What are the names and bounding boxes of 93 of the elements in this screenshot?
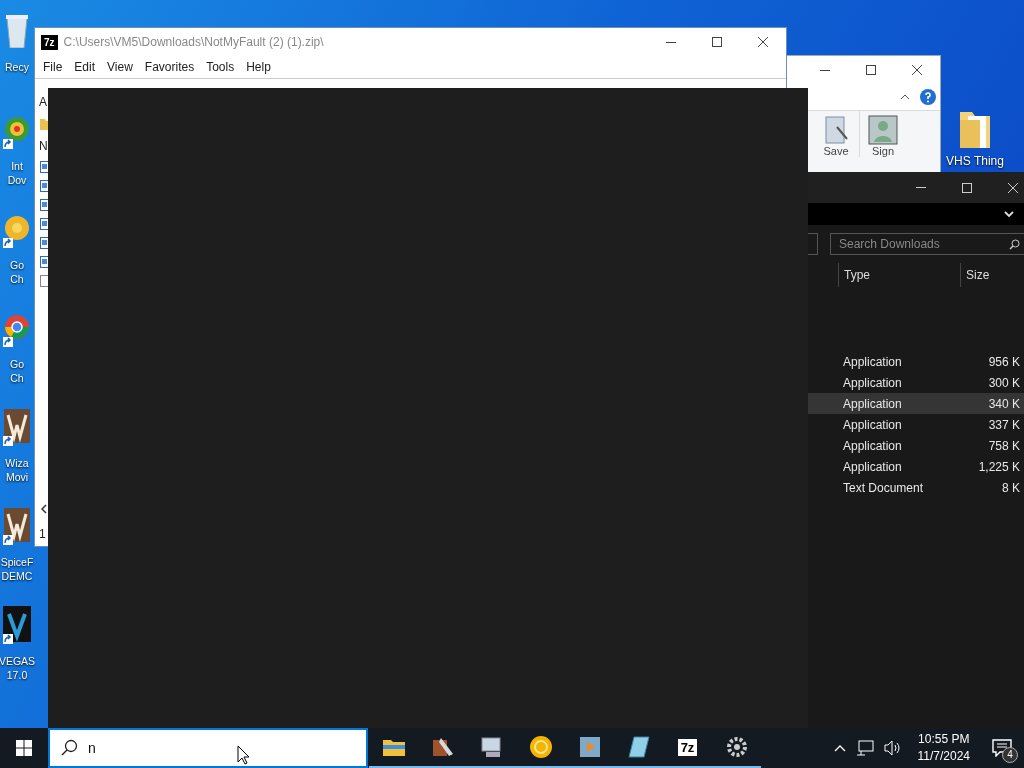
taskbar-button[interactable]: 7z <box>663 728 712 768</box>
status-text: 1 <box>39 526 47 543</box>
desktop-icon-label[interactable]: 17.0 <box>6 668 28 682</box>
notification-count: 4 <box>1002 747 1018 763</box>
menu-item[interactable]: Favorites <box>138 60 201 74</box>
user-icon <box>868 115 898 145</box>
file-row[interactable]: Text Document 8 K <box>808 477 1024 498</box>
desktop-icon-label[interactable]: Go <box>10 258 24 272</box>
search-icon <box>60 739 78 757</box>
minimize-icon[interactable] <box>666 41 676 43</box>
size-cell: 758 K <box>988 438 1020 453</box>
chevron-up-icon[interactable] <box>900 94 910 100</box>
chevron-down-icon[interactable] <box>1004 211 1014 217</box>
column-header: N <box>39 138 49 155</box>
file-row[interactable]: Application 956 K <box>808 351 1024 372</box>
address-label: A <box>39 94 48 111</box>
file-icon <box>40 275 49 287</box>
browser-icon <box>4 314 30 340</box>
type-cell-text: Application <box>843 354 903 369</box>
message-icon <box>992 739 1012 757</box>
type-cell-text: Text Document <box>843 480 925 495</box>
search-field[interactable]: Search Downloads <box>839 237 969 251</box>
mouse-cursor <box>237 745 250 765</box>
movie-app-icon <box>4 409 30 443</box>
type-cell-text: Application <box>843 396 903 411</box>
close-icon[interactable] <box>912 65 922 75</box>
recycle-bin-icon <box>4 12 30 48</box>
size-cell: 300 K <box>988 375 1020 390</box>
desktop-icon-label[interactable]: Dov <box>7 173 27 187</box>
menu-item[interactable]: View <box>101 60 139 74</box>
type-cell-text: Application <box>843 459 903 474</box>
search-icon <box>1009 238 1020 250</box>
help-icon[interactable] <box>920 89 936 105</box>
clock-time: 10:55 PM <box>918 731 970 748</box>
app-logo: 7z <box>41 34 58 50</box>
volume-icon[interactable] <box>883 740 902 756</box>
network-icon[interactable] <box>855 740 874 756</box>
circle-app-icon <box>528 735 553 759</box>
desktop-icon-label[interactable]: Ch <box>10 371 24 385</box>
file-row[interactable]: Application 300 K <box>808 372 1024 393</box>
clock-date: 11/7/2024 <box>917 748 970 765</box>
menu-item[interactable]: Help <box>240 60 277 74</box>
document-icon <box>823 115 849 145</box>
menu-item[interactable]: File <box>37 60 69 74</box>
desktop-icon-label[interactable]: Go <box>10 357 24 371</box>
play-icon <box>579 737 600 757</box>
minimize-icon[interactable] <box>820 69 830 71</box>
movie-app-icon <box>4 508 30 542</box>
file-row[interactable]: Application 1,225 K <box>808 456 1024 477</box>
windows-icon <box>16 740 32 756</box>
paint-app-icon <box>430 736 455 758</box>
column-header[interactable]: Size <box>960 263 1024 287</box>
size-cell: 8 K <box>1002 480 1020 495</box>
window-title: C:\Users\VM5\Downloads\NotMyFault (2) (1).zip\ <box>63 35 325 49</box>
ribbon-button[interactable]: Save <box>813 111 859 157</box>
type-cell-text: Application <box>843 375 903 390</box>
notification-button[interactable]: 4 <box>988 734 1016 762</box>
menu-item[interactable]: Edit <box>68 60 102 74</box>
maximize-icon[interactable] <box>712 37 722 47</box>
desktop-icon-label[interactable]: Int <box>11 159 23 173</box>
desktop-icon-label[interactable]: DEMC <box>1 569 33 583</box>
desktop-icon-label[interactable]: Ch <box>10 272 24 286</box>
size-cell: 337 K <box>988 417 1020 432</box>
desktop-icon-label[interactable]: Recy <box>5 60 29 74</box>
desktop-icon-label[interactable]: SpiceF <box>0 555 34 569</box>
computer-icon <box>479 736 504 758</box>
type-cell-text: Application <box>843 438 903 453</box>
scroll-left-icon[interactable] <box>41 504 47 514</box>
ribbon-button[interactable]: Sign <box>859 111 906 157</box>
globe-icon <box>4 116 30 142</box>
column-header[interactable]: Type <box>838 263 960 287</box>
search-box[interactable]: n <box>48 728 368 768</box>
size-cell: 956 K <box>988 354 1020 369</box>
size-cell: 1,225 K <box>978 459 1020 474</box>
file-row[interactable]: Application 758 K <box>808 435 1024 456</box>
notepad-icon <box>627 736 650 758</box>
vegas-app-icon <box>3 606 31 642</box>
browser-icon <box>4 215 30 241</box>
type-cell-text: Application <box>843 417 903 432</box>
search-box[interactable]: Search Downloads <box>830 233 1024 255</box>
clock[interactable]: 10:55 PM 11/7/2024 <box>917 731 970 765</box>
file-row[interactable]: Application 340 K <box>808 393 1024 414</box>
gear-icon <box>725 736 748 758</box>
maximize-icon[interactable] <box>866 65 876 75</box>
folder-icon <box>382 738 405 756</box>
close-icon[interactable] <box>758 37 768 47</box>
folder-label[interactable]: VHS Thing <box>946 154 1004 168</box>
app-logo: 7z <box>677 738 698 756</box>
menu-item[interactable]: Tools <box>200 60 241 74</box>
desktop-icon-label[interactable]: Wiza <box>5 456 29 470</box>
desktop-icon-label[interactable]: Movi <box>5 470 29 484</box>
file-row[interactable]: Application 337 K <box>808 414 1024 435</box>
size-cell: 340 K <box>988 396 1020 411</box>
